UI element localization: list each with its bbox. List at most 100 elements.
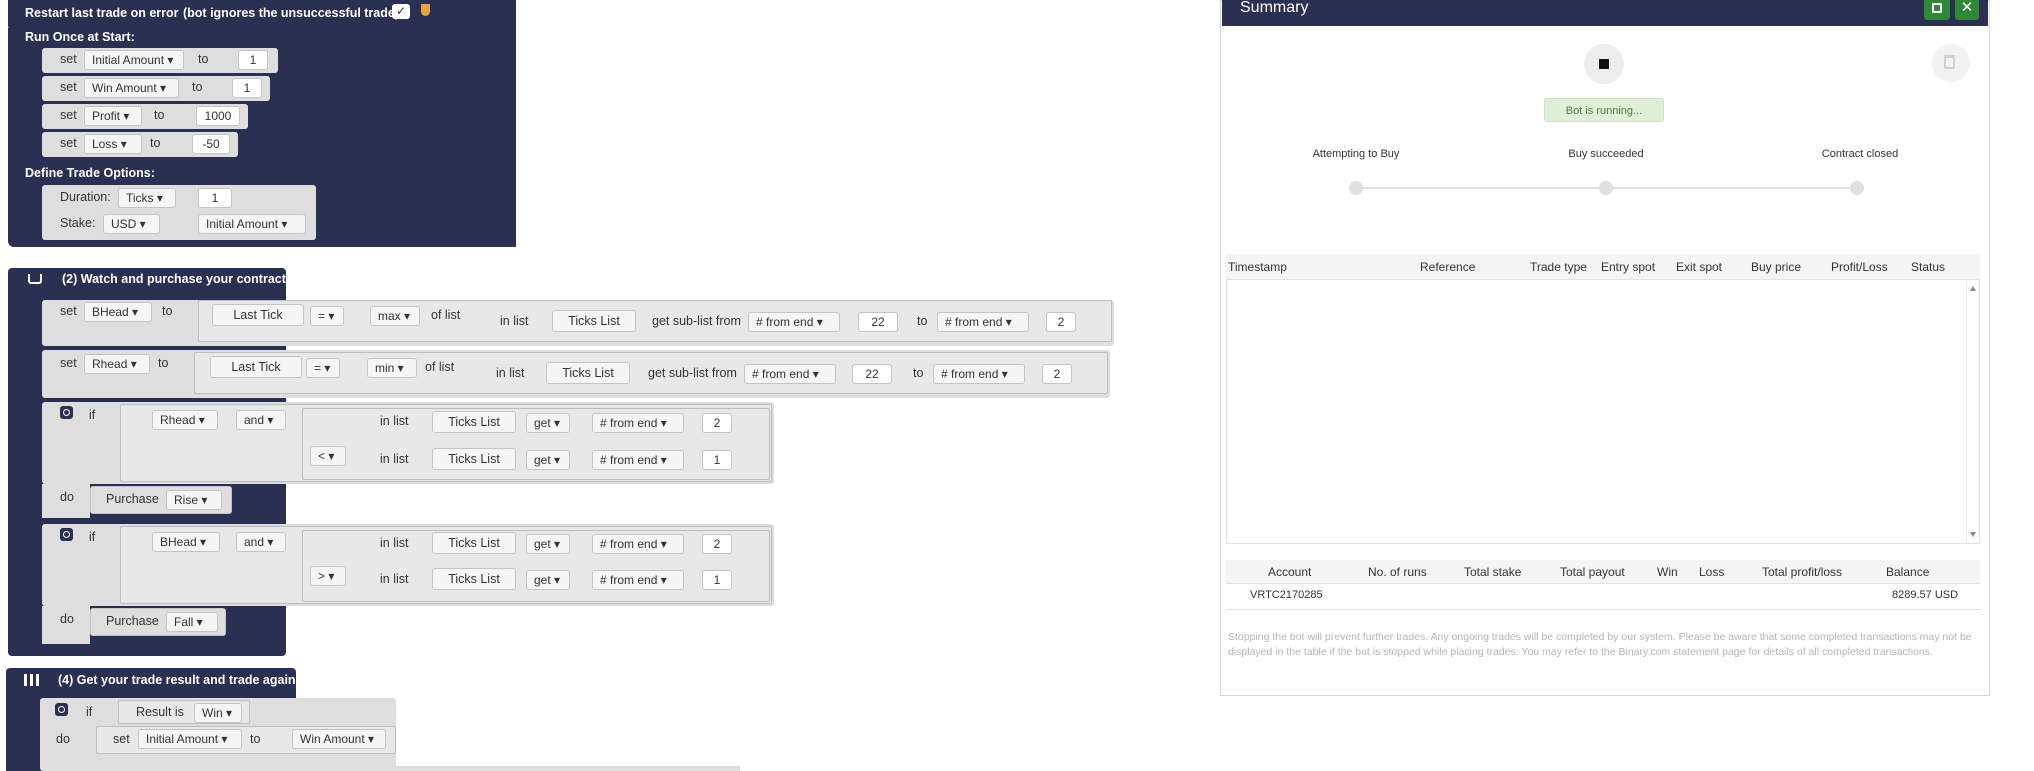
from-end-dropdown[interactable]: # from end ▾ [937, 312, 1029, 332]
ticks-list-block[interactable]: Ticks List [432, 532, 516, 554]
from-end-dropdown[interactable]: # from end ▾ [748, 312, 840, 332]
balance-value: 8289.57 USD [1892, 589, 1959, 601]
sublist-start-input[interactable]: 22 [858, 312, 898, 332]
set-keyword: set [60, 356, 77, 370]
and-dropdown[interactable]: and ▾ [236, 532, 286, 552]
variable-dropdown[interactable]: Initial Amount ▾ [138, 729, 242, 749]
to-keyword: to [198, 52, 209, 66]
duration-input[interactable]: 1 [198, 188, 232, 208]
operator-dropdown[interactable]: = ▾ [310, 306, 344, 326]
index-input[interactable]: 2 [702, 534, 732, 554]
column-header: Balance [1886, 565, 1930, 579]
variable-dropdown[interactable]: Loss ▾ [84, 134, 142, 154]
value-input[interactable]: 1000 [196, 106, 240, 126]
rhead-variable-dropdown[interactable]: Rhead ▾ [152, 410, 218, 430]
from-end-dropdown[interactable]: # from end ▾ [592, 534, 684, 554]
result-dropdown[interactable]: Win ▾ [194, 703, 242, 723]
column-header: Profit/Loss [1831, 260, 1888, 274]
from-end-dropdown[interactable]: # from end ▾ [933, 364, 1025, 384]
column-header: Buy price [1751, 260, 1802, 274]
to-keyword: to [192, 80, 203, 94]
index-input[interactable]: 1 [702, 570, 732, 590]
sublist-end-input[interactable]: 2 [1046, 312, 1076, 332]
get-dropdown[interactable]: get ▾ [526, 413, 570, 433]
value-input[interactable]: 1 [232, 78, 262, 98]
ticks-list-block[interactable]: Ticks List [432, 411, 516, 433]
currency-dropdown[interactable]: USD ▾ [103, 214, 160, 234]
summary-header[interactable] [1222, 0, 1988, 26]
stake-variable-dropdown[interactable]: Initial Amount ▾ [198, 214, 306, 234]
in-list-label: in list [496, 366, 525, 380]
gear-icon[interactable] [60, 406, 73, 419]
disclaimer-text: Stopping the bot will prevent further tr… [1228, 631, 1972, 658]
trade-options-label: Define Trade Options: [25, 166, 155, 180]
restart-checkbox[interactable]: ✓ [392, 4, 410, 19]
index-input[interactable]: 1 [702, 450, 732, 470]
stop-button[interactable] [1584, 44, 1624, 84]
get-dropdown[interactable]: get ▾ [526, 450, 570, 470]
bhead-variable-dropdown[interactable]: BHead ▾ [152, 532, 220, 552]
clear-log-button[interactable] [1932, 44, 1970, 82]
get-dropdown[interactable]: get ▾ [526, 534, 570, 554]
save-button[interactable] [1924, 0, 1950, 20]
from-end-dropdown[interactable]: # from end ▾ [592, 450, 684, 470]
last-tick-block[interactable]: Last Tick [212, 304, 304, 326]
result-is-label: Result is [136, 705, 184, 719]
sublist-start-input[interactable]: 22 [852, 364, 892, 384]
value-input[interactable]: 1 [238, 50, 268, 70]
from-end-dropdown[interactable]: # from end ▾ [592, 413, 684, 433]
less-than-operator-dropdown[interactable]: < ▾ [310, 446, 346, 466]
contract-type-dropdown[interactable]: Fall ▾ [166, 612, 218, 632]
step-label-attempting: Attempting to Buy [1312, 148, 1400, 160]
bhead-variable-dropdown[interactable]: BHead ▾ [84, 302, 152, 322]
do-keyword: do [60, 612, 74, 626]
trade-result-title: (4) Get your trade result and trade agai… [58, 673, 296, 687]
close-button[interactable]: ✕ [1955, 0, 1979, 20]
column-header: Total payout [1560, 565, 1625, 579]
contract-type-dropdown[interactable]: Rise ▾ [166, 490, 222, 510]
duration-unit-dropdown[interactable]: Ticks ▾ [118, 188, 176, 208]
step-indicator [1349, 181, 1363, 195]
column-header: Loss [1699, 565, 1725, 579]
index-input[interactable]: 2 [702, 413, 732, 433]
gear-icon[interactable] [55, 703, 68, 716]
variable-dropdown[interactable]: Win Amount ▾ [84, 78, 179, 98]
function-dropdown[interactable]: min ▾ [367, 358, 417, 378]
function-dropdown[interactable]: max ▾ [370, 306, 420, 326]
ticks-list-block[interactable]: Ticks List [432, 448, 516, 470]
step-label-contract-closed: Contract closed [1821, 148, 1899, 160]
sublist-end-input[interactable]: 2 [1042, 364, 1072, 384]
scroll-down-icon[interactable] [1970, 532, 1976, 537]
ticks-list-block[interactable]: Ticks List [432, 568, 516, 590]
value-dropdown[interactable]: Win Amount ▾ [292, 729, 386, 749]
column-header: Account [1268, 565, 1312, 579]
in-list-label: in list [380, 572, 409, 586]
in-list-label: in list [380, 414, 409, 428]
from-end-dropdown[interactable]: # from end ▾ [592, 570, 684, 590]
to-keyword: to [917, 314, 928, 328]
and-dropdown[interactable]: and ▾ [236, 410, 286, 430]
step-label-buy-succeeded: Buy succeeded [1568, 148, 1644, 160]
transactions-table-body[interactable] [1226, 280, 1980, 544]
column-header: No. of runs [1368, 565, 1427, 579]
variable-dropdown[interactable]: Profit ▾ [84, 106, 142, 126]
last-tick-block[interactable]: Last Tick [210, 356, 302, 378]
table-scrollbar[interactable] [1966, 281, 1979, 543]
variable-dropdown[interactable]: Initial Amount ▾ [84, 50, 184, 70]
next-block [96, 766, 740, 771]
scroll-up-icon[interactable] [1970, 286, 1976, 291]
ticks-list-block[interactable]: Ticks List [552, 310, 636, 332]
from-end-dropdown[interactable]: # from end ▾ [744, 364, 836, 384]
gear-icon[interactable] [60, 528, 73, 541]
watch-purchase-title: (2) Watch and purchase your contract [62, 272, 286, 286]
get-dropdown[interactable]: get ▾ [526, 570, 570, 590]
operator-dropdown[interactable]: = ▾ [306, 358, 340, 378]
basket-icon [28, 274, 42, 284]
in-list-label: in list [380, 536, 409, 550]
value-input[interactable]: -50 [192, 134, 230, 154]
rhead-variable-dropdown[interactable]: Rhead ▾ [84, 354, 150, 374]
if-keyword: if [86, 705, 93, 719]
column-header: Entry spot [1601, 260, 1656, 274]
ticks-list-block[interactable]: Ticks List [546, 362, 630, 384]
greater-than-operator-dropdown[interactable]: > ▾ [310, 566, 346, 586]
